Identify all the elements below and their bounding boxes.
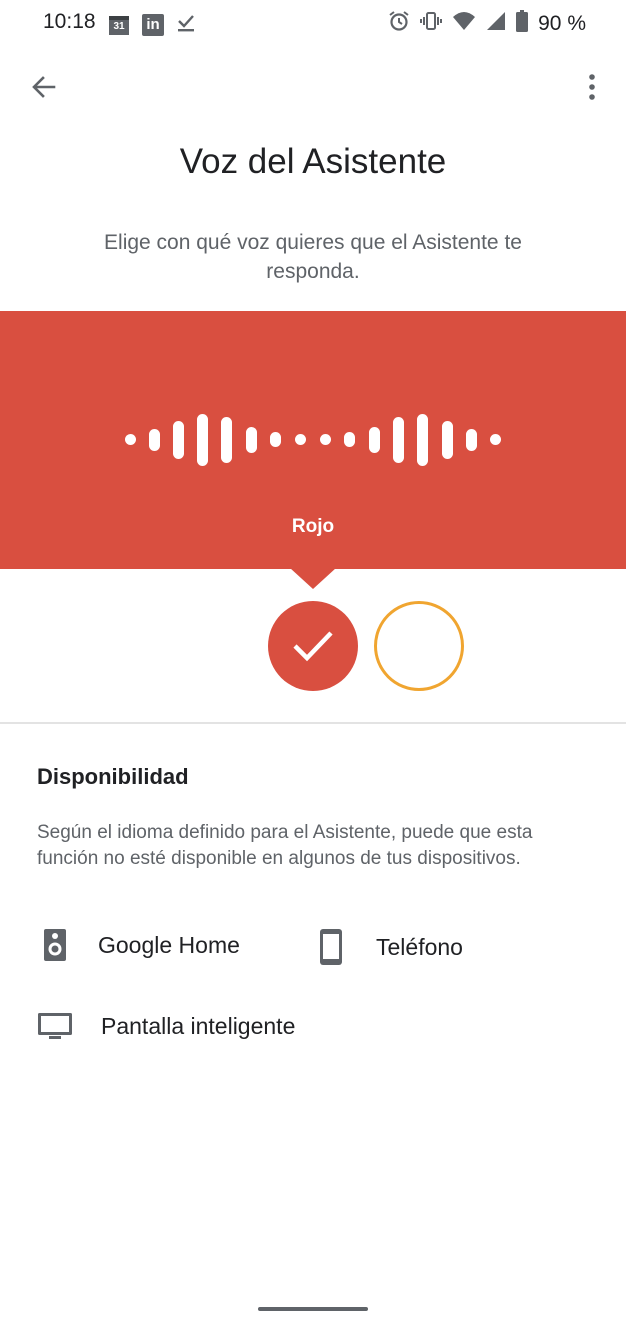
speaker-icon <box>44 929 66 961</box>
device-smart-display: Pantalla inteligente <box>37 1010 295 1042</box>
vibrate-icon <box>420 10 443 37</box>
more-options-button[interactable] <box>570 65 614 109</box>
alarm-icon <box>388 10 410 37</box>
linkedin-icon: in <box>142 13 164 36</box>
top-app-bar <box>0 55 626 115</box>
battery-percent: 90 % <box>538 11 586 35</box>
availability-description: Según el idioma definido para el Asisten… <box>37 822 533 869</box>
task-done-icon <box>176 11 196 38</box>
linkedin-label: in <box>146 15 160 33</box>
banner-pointer <box>290 568 336 589</box>
status-notification-icons: 31 in <box>108 11 196 38</box>
voice-preview-banner[interactable]: Rojo <box>0 311 626 569</box>
gesture-navigation-bar[interactable] <box>258 1307 368 1311</box>
smartphone-icon <box>320 929 342 965</box>
page-title: Voz del Asistente <box>179 142 447 181</box>
more-vert-icon <box>589 74 595 100</box>
selected-voice-name: Rojo <box>291 516 335 537</box>
voice-option-orange[interactable] <box>374 601 464 691</box>
status-time: 10:18 <box>43 10 96 33</box>
wifi-icon <box>452 10 476 37</box>
back-button[interactable] <box>22 65 66 109</box>
section-divider <box>0 722 626 724</box>
check-icon <box>293 631 333 662</box>
calendar-icon: 31 <box>108 14 130 36</box>
battery-icon <box>516 10 529 37</box>
device-google-home: Google Home <box>40 928 240 962</box>
smart-display-icon <box>38 1013 72 1039</box>
page-subtitle: Elige con qué voz quieres que el Asisten… <box>104 231 522 283</box>
voice-option-red[interactable] <box>268 601 358 691</box>
status-system-icons: 90 % <box>388 10 586 37</box>
device-label: Pantalla inteligente <box>101 1012 296 1039</box>
status-bar: 10:18 31 in 90 % <box>0 0 626 46</box>
signal-icon <box>486 10 506 37</box>
calendar-day: 31 <box>113 20 125 32</box>
device-label: Teléfono <box>376 933 463 960</box>
audio-waveform-icon <box>125 414 501 466</box>
arrow-back-icon <box>32 76 56 98</box>
availability-title: Disponibilidad <box>37 764 189 789</box>
device-phone: Teléfono <box>318 928 463 966</box>
device-label: Google Home <box>98 931 240 958</box>
